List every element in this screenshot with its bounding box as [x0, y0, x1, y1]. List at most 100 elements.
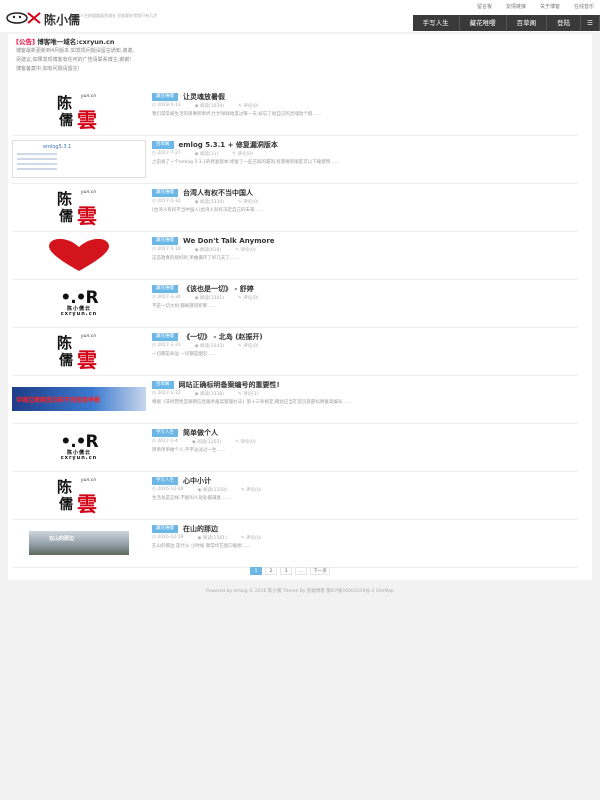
- post-comments[interactable]: ✎ 评论(0): [241, 535, 262, 541]
- post-meta: ◷ 2017-5-12 ◉ 阅读(1334) ✎ 评论(0): [152, 199, 578, 205]
- post-excerpt: 生活总是这样,不能叫人处处都满意……: [152, 496, 230, 501]
- post-thumbnail[interactable]: •.•R 陈小儒云 cxryun.cn: [12, 428, 146, 466]
- clock-icon: ◷: [152, 535, 156, 540]
- post-meta: ◷ 2017-3-30 ◉ 阅读(1341) ✎ 评论(0): [152, 295, 578, 301]
- clock-icon: ◷: [152, 439, 156, 444]
- post-info: 百草阁 emlog 5.3.1 + 修复漏洞版本 ◷ 2017-7-27 ◉ 阅读(1…: [152, 140, 578, 166]
- eye-icon: ◉: [191, 440, 196, 445]
- post-thumbnail[interactable]: 陈 yun.cn 儒雲: [12, 188, 146, 226]
- post-title[interactable]: 《该也是一切》 - 舒婷: [183, 284, 254, 294]
- calligraphy-logo-image: 陈 yun.cn 儒雲: [57, 190, 97, 226]
- post-category-badge[interactable]: 百草阁: [152, 140, 174, 149]
- announcement-line: 博客最新更新到4月版本,如发现问题请留言通知,谢谢。: [16, 48, 138, 54]
- post-comments[interactable]: ✎ 评论(1): [238, 391, 259, 397]
- post-category-badge[interactable]: 百草阁: [152, 380, 174, 389]
- brand-logo-image: •.•R 陈小儒云 cxryun.cn: [60, 287, 98, 317]
- nav-item-login[interactable]: 登陆: [547, 15, 582, 31]
- top-link-friends[interactable]: 友情链接: [506, 3, 526, 10]
- post-date: ◷ 2017-5-10: [152, 247, 181, 252]
- post-thumbnail[interactable]: emlog5.3.1: [12, 140, 146, 178]
- post-title[interactable]: 在山的那边: [183, 524, 218, 534]
- clock-icon: ◷: [152, 103, 156, 108]
- post-date: ◷ 2017-3-23: [152, 343, 181, 348]
- nav-item-life[interactable]: 手写人生: [413, 15, 460, 31]
- post-thumbnail[interactable]: 陈 yun.cn 儒雲: [12, 92, 146, 130]
- page-link[interactable]: 1: [250, 567, 262, 575]
- post-title[interactable]: 网站正确标明备案编号的重要性!: [179, 380, 280, 390]
- top-link-about[interactable]: 关于博客: [540, 3, 560, 10]
- nav-item-flowers[interactable]: 藏花唯嘤: [460, 15, 507, 31]
- post-thumbnail[interactable]: 在山的那边: [12, 524, 146, 562]
- post-thumbnail[interactable]: 陈 yun.cn 儒雲: [12, 332, 146, 370]
- post-comments[interactable]: ✎ 评论(0): [238, 295, 259, 301]
- post-category-badge[interactable]: 手写人生: [152, 428, 178, 437]
- post-date: ◷ 2017-1-4: [152, 439, 178, 444]
- post-info: 手写人生 心中小计 ◷ 2016-12-26 ◉ 阅读(1158) ✎ 评论(0) 生活总…: [152, 476, 578, 502]
- announcement-tag: [公告]: [16, 38, 35, 46]
- post-excerpt: 之前发了一个emlog 5.3.1的修复版本,修复了一些已知的漏洞,有需要的朋友…: [152, 160, 340, 165]
- pagination: 1 2 3 … 下一页: [250, 567, 330, 575]
- site-logo-icon[interactable]: [6, 11, 42, 25]
- clock-icon: ◷: [152, 391, 156, 396]
- site-name[interactable]: 陈小儒: [44, 11, 80, 28]
- top-link-music[interactable]: 在线音乐: [574, 3, 594, 10]
- post-title[interactable]: 台湾人有权不当中国人: [183, 188, 253, 198]
- clock-icon: ◷: [152, 487, 156, 492]
- post-thumbnail[interactable]: 陈 yun.cn 儒雲: [12, 476, 146, 514]
- post-title[interactable]: emlog 5.3.1 + 修复漏洞版本: [179, 140, 278, 150]
- post-item: 藏花唯嘤 We Don't Talk Anymore ◷ 2017-5-10 ◉ 阅读…: [12, 236, 578, 280]
- top-link-guestbook[interactable]: 留言板: [477, 3, 492, 10]
- eye-icon: ◉: [194, 104, 199, 109]
- post-title[interactable]: 心中小计: [183, 476, 211, 486]
- comment-icon: ✎: [240, 488, 245, 493]
- post-comments[interactable]: ✎ 评论(0): [232, 151, 253, 157]
- post-item: •.•R 陈小儒云 cxryun.cn 手写人生 简单做个人 ◷ 2017-1-4 ◉ 阅读…: [12, 428, 578, 472]
- page-link[interactable]: 3: [280, 567, 292, 575]
- post-meta: ◷ 2017-1-4 ◉ 阅读(1255) ✎ 评论(0): [152, 439, 578, 445]
- post-comments[interactable]: ✎ 评论(0): [235, 247, 256, 253]
- eye-icon: ◉: [194, 200, 199, 205]
- announcement: [公告] 博客唯一域名:cxryun.cn 博客最新更新到4月版本,如发现问题请…: [8, 34, 592, 78]
- post-date: ◷ 2017-5-12: [152, 199, 181, 204]
- comment-icon: ✎: [238, 104, 242, 109]
- post-category-badge[interactable]: 藏花唯嘤: [152, 236, 178, 245]
- post-comments[interactable]: ✎ 评论(0): [241, 487, 262, 493]
- post-views: ◉ 阅读(1255): [191, 440, 222, 445]
- post-views: ◉ 阅读(11): [194, 152, 219, 157]
- post-title[interactable]: 《一切》 - 北岛 (赵振开): [183, 332, 263, 342]
- post-meta: ◷ 2017-1-12 ◉ 阅读(1338) ✎ 评论(1): [152, 391, 578, 397]
- post-thumbnail[interactable]: 中国互联网违法和不良信息举报: [12, 380, 146, 418]
- post-comments[interactable]: ✎ 评论(0): [238, 343, 259, 349]
- post-thumbnail[interactable]: [12, 236, 146, 274]
- mountain-photo-image: 在山的那边: [29, 531, 129, 555]
- post-comments[interactable]: ✎ 评论(0): [235, 439, 256, 445]
- post-item: emlog5.3.1 百草阁 emlog 5.3.1 + 修复漏洞版本 ◷ 2017-…: [12, 140, 578, 184]
- eye-icon: ◉: [194, 344, 199, 349]
- post-category-badge[interactable]: 藏花唯嘤: [152, 284, 178, 293]
- calligraphy-logo-image: 陈 yun.cn 儒雲: [57, 94, 97, 130]
- post-title[interactable]: 让灵魂放暑假: [183, 92, 225, 102]
- post-comments[interactable]: ✎ 评论(0): [238, 199, 259, 205]
- clock-icon: ◷: [152, 343, 156, 348]
- post-category-badge[interactable]: 藏花唯嘤: [152, 188, 178, 197]
- nav-item-herbs[interactable]: 百草阁: [507, 15, 548, 31]
- post-item: 陈 yun.cn 儒雲 藏花唯嘤 《一切》 - 北岛 (赵振开) ◷ 2017-3-23 ◉…: [12, 332, 578, 376]
- post-category-badge[interactable]: 藏花唯嘤: [152, 92, 178, 101]
- next-page-button[interactable]: 下一页: [310, 567, 330, 575]
- post-category-badge[interactable]: 藏花唯嘤: [152, 332, 178, 341]
- eye-icon: ◉: [194, 296, 199, 301]
- announcement-heading: 博客唯一域名:cxryun.cn: [37, 38, 115, 46]
- post-comments[interactable]: ✎ 评论(0): [238, 103, 259, 109]
- post-title[interactable]: We Don't Talk Anymore: [183, 237, 275, 245]
- post-category-badge[interactable]: 藏花唯嘤: [152, 524, 178, 533]
- post-excerpt: 这首歌真的很好听,单曲循环了好几天了……: [152, 256, 239, 261]
- post-title[interactable]: 简单做个人: [183, 428, 218, 438]
- post-views: ◉ 阅读(1334): [194, 200, 225, 205]
- eye-icon: ◉: [197, 536, 202, 541]
- page-link[interactable]: 2: [265, 567, 277, 575]
- post-date: ◷ 2018-5-13: [152, 103, 181, 108]
- post-category-badge[interactable]: 手写人生: [152, 476, 178, 485]
- post-thumbnail[interactable]: •.•R 陈小儒云 cxryun.cn: [12, 284, 146, 322]
- calligraphy-logo-image: 陈 yun.cn 儒雲: [57, 334, 97, 370]
- menu-icon[interactable]: ☰: [581, 15, 600, 31]
